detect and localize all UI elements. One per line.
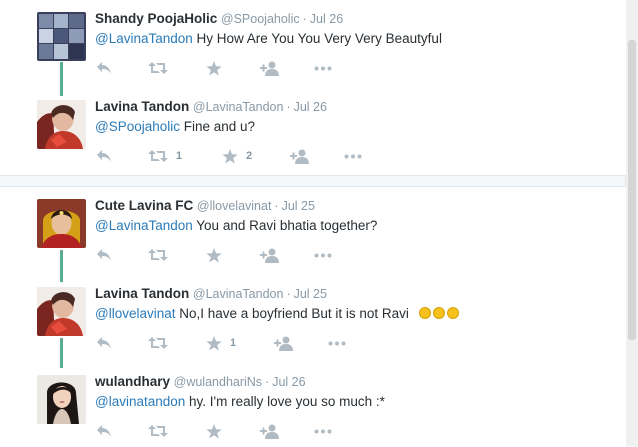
tweet[interactable]: Lavina Tandon @LavinaTandon · Jul 25 @llov… xyxy=(0,275,626,360)
scrollbar-thumb[interactable] xyxy=(628,40,636,340)
conversation-1: Shandy PoojaHolic @SPoojaholic · Jul 26 @L… xyxy=(0,0,626,176)
laughing-emoji-icon xyxy=(418,307,431,319)
author-name[interactable]: Cute Lavina FC xyxy=(95,198,193,213)
retweet-icon[interactable] xyxy=(148,422,176,440)
tweet-actions xyxy=(96,59,366,77)
avatar[interactable] xyxy=(37,199,86,248)
tweet-date[interactable]: Jul 26 xyxy=(272,375,305,389)
tweet-date[interactable]: Jul 25 xyxy=(282,199,315,213)
separator: · xyxy=(302,12,307,26)
tweet-actions: 1 2 xyxy=(96,147,366,165)
tweet[interactable]: Shandy PoojaHolic @SPoojaholic · Jul 26 @L… xyxy=(0,0,626,85)
tweet-date[interactable]: Jul 26 xyxy=(294,100,327,114)
conversation-2: Cute Lavina FC @llovelavinat · Jul 25 @Lav… xyxy=(0,186,626,447)
tweet-body: Fine and u? xyxy=(180,119,256,134)
author-handle[interactable]: @LavinaTandon xyxy=(193,287,284,301)
author-name[interactable]: Lavina Tandon xyxy=(95,286,189,301)
reply-icon[interactable] xyxy=(96,59,112,77)
separator: · xyxy=(274,199,279,213)
avatar[interactable] xyxy=(37,287,86,336)
tweet-text: @llovelavinat No,I have a boyfriend But … xyxy=(95,306,459,321)
separator: · xyxy=(286,287,291,301)
tweet[interactable]: Lavina Tandon @LavinaTandon · Jul 26 @SPoo… xyxy=(0,88,626,173)
author-handle[interactable]: @SPoojaholic xyxy=(221,12,300,26)
more-icon[interactable] xyxy=(314,246,332,264)
author-handle[interactable]: @llovelavinat xyxy=(197,199,272,213)
tweet[interactable]: Cute Lavina FC @llovelavinat · Jul 25 @Lav… xyxy=(0,187,626,272)
more-icon[interactable] xyxy=(314,422,332,440)
author-name[interactable]: Lavina Tandon xyxy=(95,99,189,114)
tweet-text: @LavinaTandon You and Ravi bhatia togeth… xyxy=(95,218,377,233)
favorite-star-icon[interactable]: 1 xyxy=(206,334,236,352)
laughing-emoji-icon xyxy=(446,307,459,319)
mention-link[interactable]: @lavinatandon xyxy=(95,394,185,409)
separator: · xyxy=(265,375,270,389)
tweet-date[interactable]: Jul 26 xyxy=(310,12,343,26)
separator: · xyxy=(286,100,291,114)
more-icon[interactable] xyxy=(314,59,332,77)
tweet-actions: 1 xyxy=(96,334,366,352)
tweet-date[interactable]: Jul 25 xyxy=(294,287,327,301)
retweet-icon[interactable] xyxy=(148,59,176,77)
tweet[interactable]: wulandhary @wulandhariNs · Jul 26 @lavinat… xyxy=(0,363,626,447)
avatar[interactable] xyxy=(37,12,86,61)
author-name[interactable]: wulandhary xyxy=(95,374,170,389)
retweet-icon[interactable] xyxy=(148,246,176,264)
tweet-body: You and Ravi bhatia together? xyxy=(192,218,378,233)
follow-icon[interactable] xyxy=(260,422,280,440)
retweet-count: 1 xyxy=(176,150,183,162)
mention-link[interactable]: @SPoojaholic xyxy=(95,119,180,134)
more-icon[interactable] xyxy=(344,147,362,165)
author-handle[interactable]: @LavinaTandon xyxy=(193,100,284,114)
tweet-body: Hy How Are You You Very Very Beautyful xyxy=(192,31,442,46)
avatar[interactable] xyxy=(37,375,86,424)
reply-icon[interactable] xyxy=(96,147,112,165)
retweet-icon[interactable]: 1 xyxy=(148,147,182,165)
tweet-actions xyxy=(96,246,366,264)
scrollbar[interactable] xyxy=(625,0,638,446)
avatar[interactable] xyxy=(37,100,86,149)
follow-icon[interactable] xyxy=(260,246,280,264)
author-handle[interactable]: @wulandhariNs xyxy=(174,375,262,389)
follow-icon[interactable] xyxy=(290,147,310,165)
follow-icon[interactable] xyxy=(274,334,294,352)
mention-link[interactable]: @LavinaTandon xyxy=(95,218,193,233)
favorite-star-icon[interactable] xyxy=(206,246,230,264)
mention-link[interactable]: @llovelavinat xyxy=(95,306,176,321)
reply-icon[interactable] xyxy=(96,334,112,352)
tweet-text: @LavinaTandon Hy How Are You You Very Ve… xyxy=(95,31,442,46)
tweet-body: No,I have a boyfriend But it is not Ravi xyxy=(175,306,409,321)
favorite-count: 2 xyxy=(246,150,253,162)
favorite-star-icon[interactable] xyxy=(206,59,230,77)
author-name[interactable]: Shandy PoojaHolic xyxy=(95,11,217,26)
favorite-count: 1 xyxy=(230,337,237,349)
tweet-text: @SPoojaholic Fine and u? xyxy=(95,119,255,134)
follow-icon[interactable] xyxy=(260,59,280,77)
retweet-icon[interactable] xyxy=(148,334,176,352)
favorite-star-icon[interactable] xyxy=(206,422,230,440)
tweet-body: hy. I'm really love you so much :* xyxy=(185,394,385,409)
more-icon[interactable] xyxy=(328,334,346,352)
tweet-text: @lavinatandon hy. I'm really love you so… xyxy=(95,394,385,409)
tweet-actions xyxy=(96,422,366,440)
laughing-emoji-icon xyxy=(432,307,445,319)
reply-icon[interactable] xyxy=(96,422,112,440)
favorite-star-icon[interactable]: 2 xyxy=(222,147,252,165)
reply-icon[interactable] xyxy=(96,246,112,264)
mention-link[interactable]: @LavinaTandon xyxy=(95,31,193,46)
